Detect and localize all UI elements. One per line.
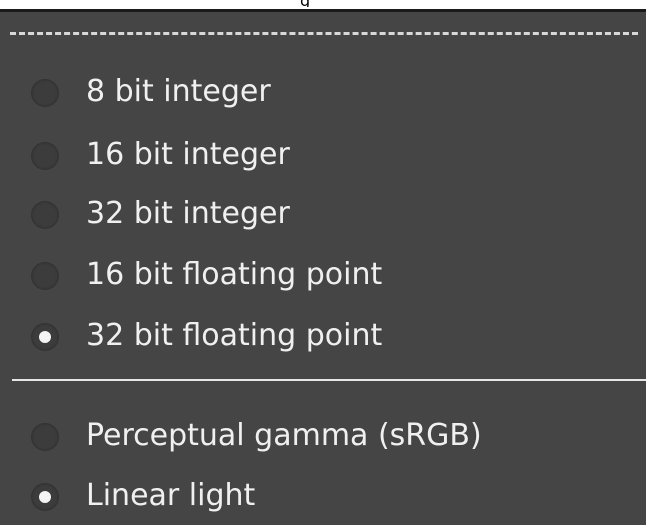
menu-item-perceptual-gamma[interactable]: Perceptual gamma (sRGB) bbox=[0, 406, 646, 464]
menu-item-32-bit-floating-point[interactable]: 32 bit floating point bbox=[0, 306, 646, 364]
menu-item-label: 32 bit integer bbox=[86, 196, 290, 231]
menu-item-32-bit-integer[interactable]: 32 bit integer bbox=[0, 184, 646, 242]
menu-item-label: 32 bit floating point bbox=[86, 318, 383, 353]
radio-selected-dot-icon bbox=[39, 331, 51, 343]
radio-button-icon bbox=[31, 142, 59, 170]
radio-selected-dot-icon bbox=[39, 491, 51, 503]
radio-button-icon bbox=[31, 323, 59, 351]
radio-button-icon bbox=[31, 423, 59, 451]
menu-item-label: 16 bit integer bbox=[86, 137, 290, 172]
menu-item-label: 16 bit floating point bbox=[86, 257, 383, 292]
menu-item-label: 8 bit integer bbox=[86, 74, 271, 109]
precision-menu: g 8 bit integer 16 bit integer 32 bit in… bbox=[0, 0, 646, 525]
menu-item-16-bit-floating-point[interactable]: 16 bit floating point bbox=[0, 245, 646, 303]
menu-item-8-bit-integer[interactable]: 8 bit integer bbox=[0, 62, 646, 120]
menu-item-label: Linear light bbox=[86, 478, 256, 513]
menu-item-linear-light[interactable]: Linear light bbox=[0, 466, 646, 524]
menu-item-label: Perceptual gamma (sRGB) bbox=[86, 418, 482, 453]
menu-item-16-bit-integer[interactable]: 16 bit integer bbox=[0, 125, 646, 183]
radio-button-icon bbox=[31, 483, 59, 511]
radio-button-icon bbox=[31, 262, 59, 290]
radio-button-icon bbox=[31, 79, 59, 107]
tearoff-dashed-line[interactable] bbox=[10, 32, 638, 35]
titlebar-text: g bbox=[300, 0, 348, 7]
menu-separator bbox=[12, 379, 646, 381]
radio-button-icon bbox=[31, 201, 59, 229]
menu-titlebar: g bbox=[0, 0, 646, 12]
